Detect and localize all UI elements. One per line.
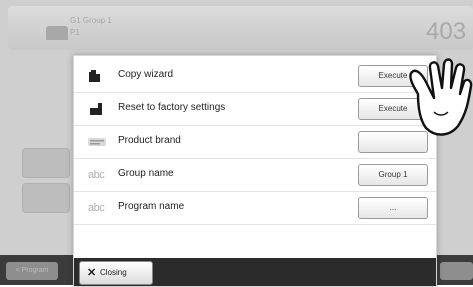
temperature-readout: 403 <box>426 18 467 45</box>
group-name-label: Group name <box>118 168 174 179</box>
row-copy-wizard: Copy wizard Execute <box>74 60 436 93</box>
row-program-name: abc Program name ... <box>74 192 436 225</box>
product-brand-label: Product brand <box>118 135 181 146</box>
next-nav-button[interactable] <box>440 262 473 280</box>
side-button-2[interactable] <box>22 183 70 213</box>
abc-icon: abc <box>88 169 105 181</box>
settings-dialog: Copy wizard Execute Reset to factory set… <box>73 55 437 287</box>
program-name-label: Program name <box>118 201 185 212</box>
closing-button[interactable]: ✕ Closing <box>79 261 153 285</box>
row-group-name: abc Group name Group 1 <box>74 159 436 192</box>
close-icon: ✕ <box>87 267 97 279</box>
program-nav-button[interactable]: < Program <box>6 262 58 280</box>
row-reset-factory: Reset to factory settings Execute <box>74 93 436 126</box>
abc-icon: abc <box>88 202 105 214</box>
copy-wizard-label: Copy wizard <box>118 69 174 80</box>
group-icon <box>46 26 68 40</box>
header-program-label: P1 <box>70 28 80 37</box>
reset-icon <box>88 102 104 116</box>
background-header: G1 Group 1 P1 403 <box>8 6 473 50</box>
brand-logo-icon <box>88 135 106 149</box>
copy-icon <box>88 69 104 83</box>
header-group-label: G1 Group 1 <box>70 16 112 25</box>
dialog-footer: ✕ Closing <box>74 258 436 286</box>
closing-label: Closing <box>100 268 127 277</box>
program-name-button[interactable]: ... <box>358 197 428 219</box>
side-button-1[interactable] <box>22 148 70 178</box>
hand-pointer-icon <box>404 54 473 146</box>
group-name-button[interactable]: Group 1 <box>358 164 428 186</box>
row-product-brand: Product brand <box>74 126 436 159</box>
reset-factory-label: Reset to factory settings <box>118 102 226 113</box>
